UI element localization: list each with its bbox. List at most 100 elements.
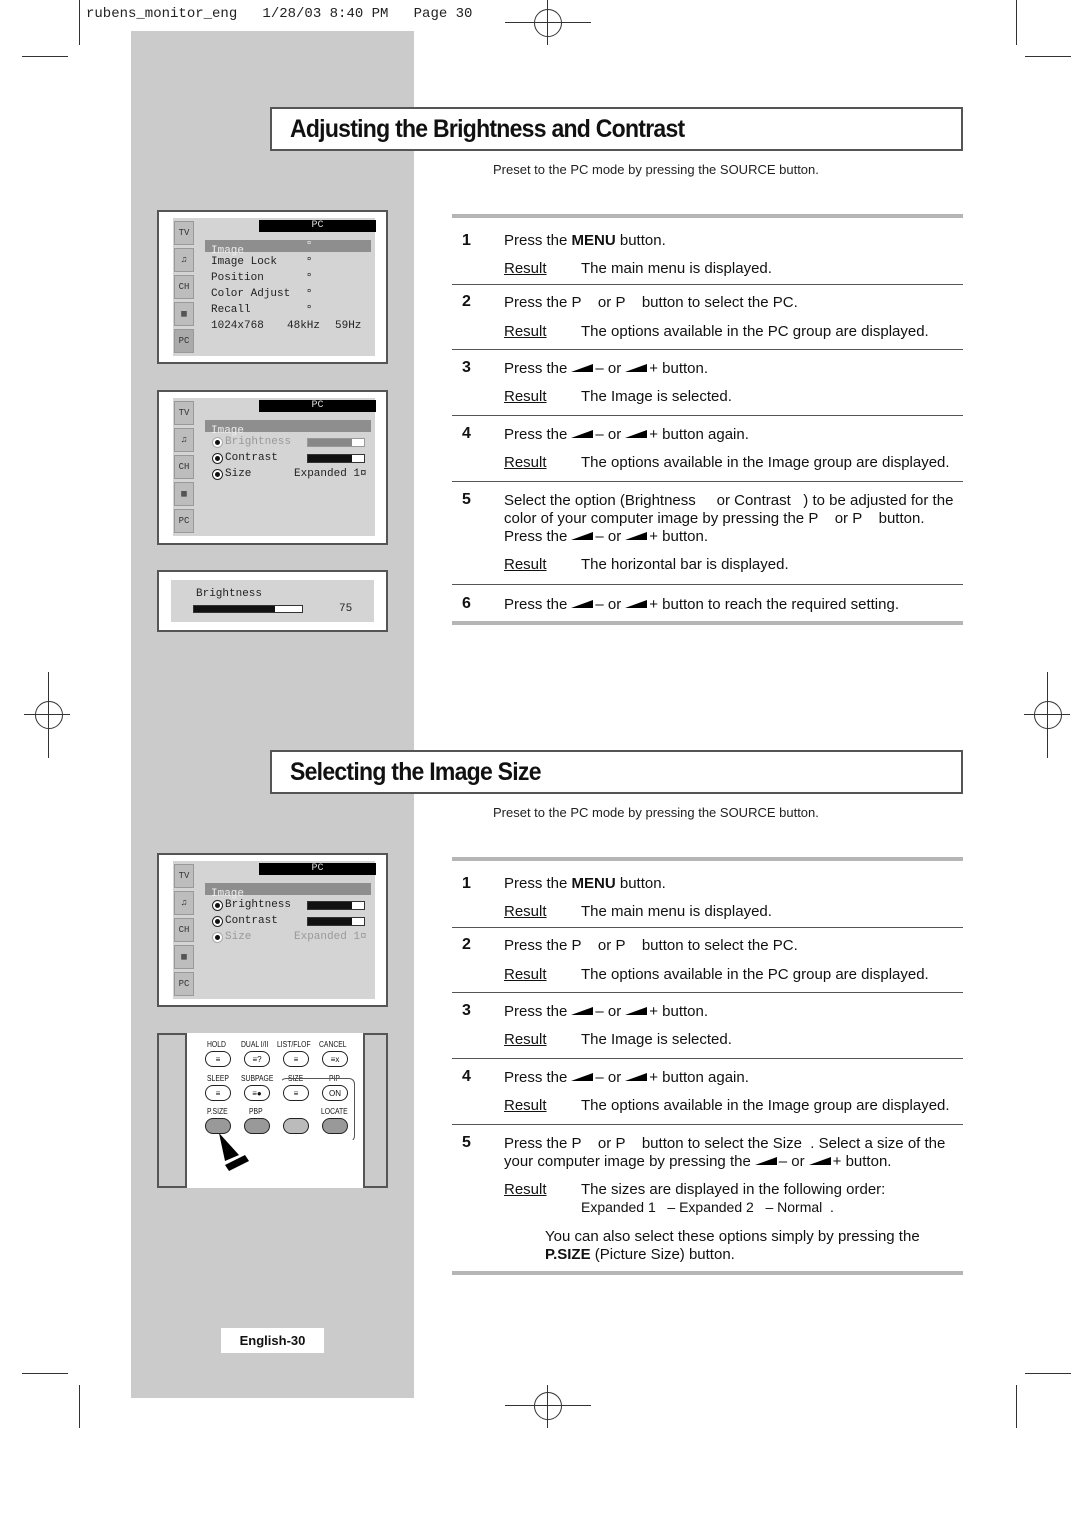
crop-mark [1016, 1385, 1017, 1428]
pc-icon: PC [174, 972, 194, 996]
arrow-icon: ¤ [307, 240, 312, 248]
osd-group-title: Image [205, 420, 371, 437]
radio-icon [212, 453, 223, 464]
osd-item-color-adjust[interactable]: Color Adjust [211, 288, 290, 300]
subpage-button[interactable]: ≡● [244, 1085, 270, 1101]
osd-icon-column: TV ♫ CH ▦ PC [173, 218, 195, 356]
volume-ramp-icon [625, 1007, 648, 1015]
radio-icon [212, 469, 223, 480]
osd-h-frequency: 48kHz [287, 320, 321, 332]
blank-button[interactable] [283, 1118, 309, 1134]
osd-item-size[interactable]: Size [225, 468, 251, 480]
volume-ramp-icon [625, 532, 648, 540]
step-2: 2 Press the P or P button to select the … [452, 928, 963, 993]
crop-mark [79, 0, 80, 45]
osd-size-value: Expanded 1¤ [294, 468, 367, 480]
radio-icon [212, 437, 223, 448]
steps-list: 1 Press the MENU button. Result The main … [452, 857, 963, 1275]
volume-ramp-icon [808, 1157, 831, 1165]
size-order: Expanded 1 – Expanded 2 – Normal . [581, 1199, 834, 1215]
step-text: Press the P or P button to select the PC… [504, 294, 798, 311]
volume-ramp-icon [625, 1073, 648, 1081]
sound-icon: ♫ [174, 248, 194, 272]
step-1: 1 Press the MENU button. Result The main … [452, 861, 963, 928]
osd-selected-item[interactable]: Image [205, 240, 371, 257]
step-1: 1 Press the MENU button. Result The main … [452, 218, 963, 285]
list-flof-button[interactable]: ≡ [283, 1051, 309, 1067]
osd-icon-column: TV ♫ CH ▦ PC [173, 861, 195, 999]
step-result: Result The main menu is displayed. [504, 903, 772, 920]
step-text: Press the – or + button again. [504, 1069, 749, 1086]
osd-screen-size-menu: TV ♫ CH ▦ PC PC Image Brightness Contras… [157, 853, 388, 1007]
setup-icon: ▦ [174, 482, 194, 506]
crop-mark [22, 1373, 68, 1374]
step-result: Result The sizes are displayed in the fol… [504, 1181, 886, 1198]
osd-item-position[interactable]: Position [211, 272, 264, 284]
step-number: 4 [462, 1068, 471, 1085]
osd-item-size[interactable]: Size [225, 931, 251, 943]
step-4: 4 Press the – or + button again. Result The… [452, 1059, 963, 1125]
osd-v-frequency: 59Hz [335, 320, 362, 332]
osd-item-contrast[interactable]: Contrast [225, 452, 278, 464]
step-number: 1 [462, 232, 471, 249]
preset-note: Preset to the PC mode by pressing the SO… [493, 162, 819, 177]
volume-ramp-icon [571, 1007, 594, 1015]
p-size-button[interactable] [205, 1118, 231, 1134]
osd-item-brightness[interactable]: Brightness [225, 899, 291, 911]
pbp-button[interactable] [244, 1118, 270, 1134]
radio-icon [212, 916, 223, 927]
step-text: your computer image by pressing the – or +… [504, 1153, 892, 1170]
cancel-button[interactable]: ≡x [322, 1051, 348, 1067]
dual-button[interactable]: ≡? [244, 1051, 270, 1067]
step-number: 4 [462, 425, 471, 442]
section-title: Selecting the Image Size [290, 758, 541, 786]
step-3: 3 Press the – or + button. Result The Image… [452, 350, 963, 416]
section-title-box: Adjusting the Brightness and Contrast [270, 107, 963, 151]
section-title-box: Selecting the Image Size [270, 750, 963, 794]
crop-mark [1025, 56, 1071, 57]
volume-ramp-icon [571, 364, 594, 372]
brightness-slider[interactable] [193, 605, 303, 613]
preset-note: Preset to the PC mode by pressing the SO… [493, 805, 819, 820]
osd-item-contrast[interactable]: Contrast [225, 915, 278, 927]
step-text: Press the – or + button. [504, 528, 709, 545]
volume-ramp-icon [571, 532, 594, 540]
step-text: Press the P or P button to select the Si… [504, 1135, 946, 1152]
volume-ramp-icon [625, 364, 648, 372]
volume-ramp-icon [754, 1157, 777, 1165]
step-6: 6 Press the – or + button to reach the req… [452, 585, 963, 621]
remote-label: P.SIZE [207, 1107, 228, 1116]
remote-label: DUAL I/II [241, 1040, 269, 1049]
channel-icon: CH [174, 455, 194, 479]
step-number: 2 [462, 293, 471, 310]
step-4: 4 Press the – or + button again. Result The… [452, 416, 963, 482]
osd-size-value: Expanded 1¤ [294, 931, 367, 943]
pointer-arrow-icon [219, 1133, 249, 1171]
osd-screen-pc-menu: TV ♫ CH ▦ PC PC Image Image Lock Positio… [157, 210, 388, 364]
osd-item-recall[interactable]: Recall [211, 304, 251, 316]
step-5: 5 Press the P or P button to select the … [452, 1125, 963, 1271]
step-text: color of your computer image by pressing… [504, 510, 925, 527]
step-5: 5 Select the option (Brightness or Contr… [452, 482, 963, 585]
section-title: Adjusting the Brightness and Contrast [290, 115, 685, 143]
sleep-button[interactable]: ≡ [205, 1085, 231, 1101]
locate-button[interactable] [322, 1118, 348, 1134]
channel-icon: CH [174, 275, 194, 299]
osd-item-brightness[interactable]: Brightness [225, 436, 291, 448]
step-3: 3 Press the – or + button. Result The Image… [452, 993, 963, 1059]
step-result: Result The Image is selected. [504, 388, 732, 405]
brightness-label: Brightness [196, 588, 263, 600]
osd-item-image-lock[interactable]: Image Lock [211, 256, 277, 268]
remote-label: HOLD [207, 1040, 226, 1049]
arrow-icon: ¤ [307, 304, 312, 312]
hold-button[interactable]: ≡ [205, 1051, 231, 1067]
step-text: Press the MENU button. [504, 875, 666, 892]
setup-icon: ▦ [174, 945, 194, 969]
picture-icon: TV [174, 864, 194, 888]
step-result: Result The options available in the PC gr… [504, 323, 929, 340]
step-text: Press the – or + button again. [504, 426, 749, 443]
brightness-mini-bar [307, 901, 365, 910]
remote-label: SUBPAGE [241, 1074, 274, 1083]
step-note: You can also select these options simply… [545, 1228, 920, 1245]
sound-icon: ♫ [174, 891, 194, 915]
